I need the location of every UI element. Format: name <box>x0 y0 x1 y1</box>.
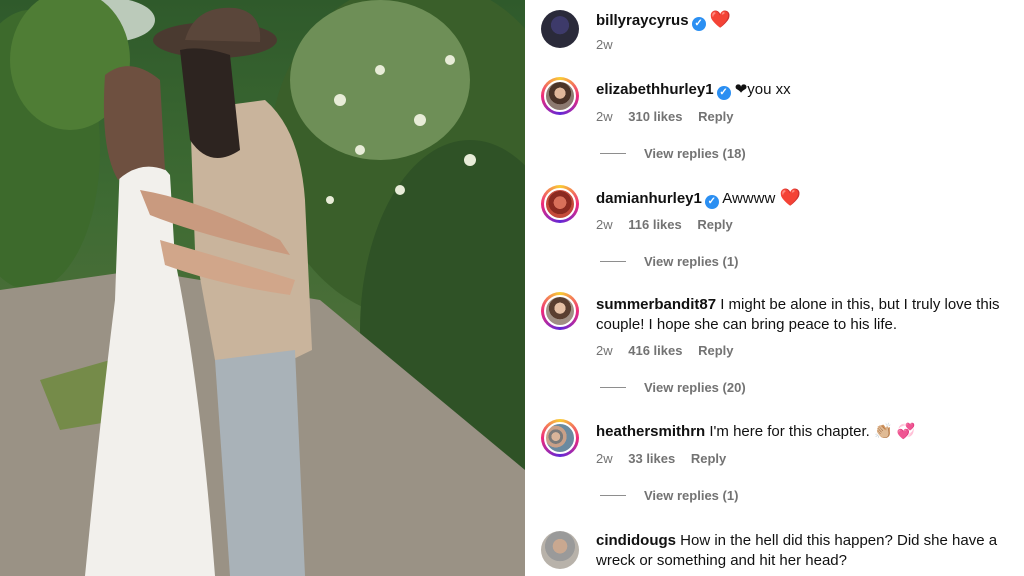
comment-text: cindidougs How in the hell did this happ… <box>596 531 1016 571</box>
timestamp: 2w <box>596 109 613 124</box>
username[interactable]: billyraycyrus <box>596 12 689 29</box>
likes-count[interactable]: 116 likes <box>628 217 682 232</box>
red-heart-icon: ❤️ <box>709 10 731 29</box>
comment-body: ❤you xx <box>734 81 791 98</box>
comment-meta: 2w 416 likes Reply <box>596 343 746 359</box>
reply-button[interactable]: Reply <box>691 451 726 466</box>
reply-button[interactable]: Reply <box>697 217 732 232</box>
avatar[interactable] <box>541 292 579 330</box>
comment-text: heathersmithrn I'm here for this chapter… <box>596 422 1016 442</box>
comment-meta: 2w 310 likes Reply <box>596 109 746 125</box>
comment-meta: 2w 33 likes Reply <box>596 451 738 467</box>
timestamp: 2w <box>596 451 613 466</box>
likes-count[interactable]: 33 likes <box>628 451 675 466</box>
divider <box>600 153 626 154</box>
view-replies-label: View replies (20) <box>644 380 746 395</box>
comment-body: Awwww <box>722 190 776 207</box>
username[interactable]: cindidougs <box>596 532 676 549</box>
timestamp: 2w <box>596 217 613 232</box>
view-replies-label: View replies (18) <box>644 146 746 161</box>
avatar[interactable] <box>541 531 579 569</box>
reply-button[interactable]: Reply <box>698 109 733 124</box>
red-heart-icon: ❤️ <box>779 188 801 207</box>
comment-text: elizabethhurley1 ✓ ❤you xx <box>596 80 1016 100</box>
username[interactable]: elizabethhurley1 <box>596 81 714 98</box>
username[interactable]: damianhurley1 <box>596 190 702 207</box>
comment-text: damianhurley1 ✓ Awwww ❤️ <box>596 188 1016 209</box>
verified-badge-icon: ✓ <box>704 195 719 209</box>
comment-body: I'm here for this chapter. <box>709 423 870 440</box>
comment-meta: 2w 116 likes Reply <box>596 217 745 233</box>
caption-text: billyraycyrus ✓ ❤️ <box>596 10 1016 31</box>
comments-panel: billyraycyrus ✓ ❤️ 2w elizabethhurley1 ✓ ❤… <box>525 0 1024 576</box>
username[interactable]: heathersmithrn <box>596 423 705 440</box>
divider <box>600 495 626 496</box>
timestamp: 2w <box>596 343 613 358</box>
verified-badge-icon: ✓ <box>716 86 731 100</box>
avatar[interactable] <box>541 419 579 457</box>
comment-text: summerbandit87 I might be alone in this,… <box>596 295 1016 335</box>
view-replies-button[interactable]: View replies (1) <box>600 254 738 269</box>
avatar[interactable] <box>541 77 579 115</box>
username[interactable]: summerbandit87 <box>596 296 716 313</box>
view-replies-button[interactable]: View replies (20) <box>600 380 746 395</box>
view-replies-button[interactable]: View replies (18) <box>600 146 746 161</box>
view-replies-label: View replies (1) <box>644 488 739 503</box>
divider <box>600 261 626 262</box>
clapping-hands-heart-icon: 👏🏼 💞 <box>873 423 916 440</box>
likes-count[interactable]: 416 likes <box>628 343 682 358</box>
divider <box>600 387 626 388</box>
avatar[interactable] <box>541 185 579 223</box>
view-replies-button[interactable]: View replies (1) <box>600 488 738 503</box>
likes-count[interactable]: 310 likes <box>628 109 682 124</box>
verified-badge-icon: ✓ <box>691 17 706 31</box>
reply-button[interactable]: Reply <box>698 343 733 358</box>
comment-meta: 2w <box>596 37 625 53</box>
view-replies-label: View replies (1) <box>644 254 739 269</box>
couple-kissing-photo <box>0 0 525 576</box>
post-photo <box>0 0 525 576</box>
avatar[interactable] <box>541 10 579 48</box>
timestamp: 2w <box>596 37 613 52</box>
